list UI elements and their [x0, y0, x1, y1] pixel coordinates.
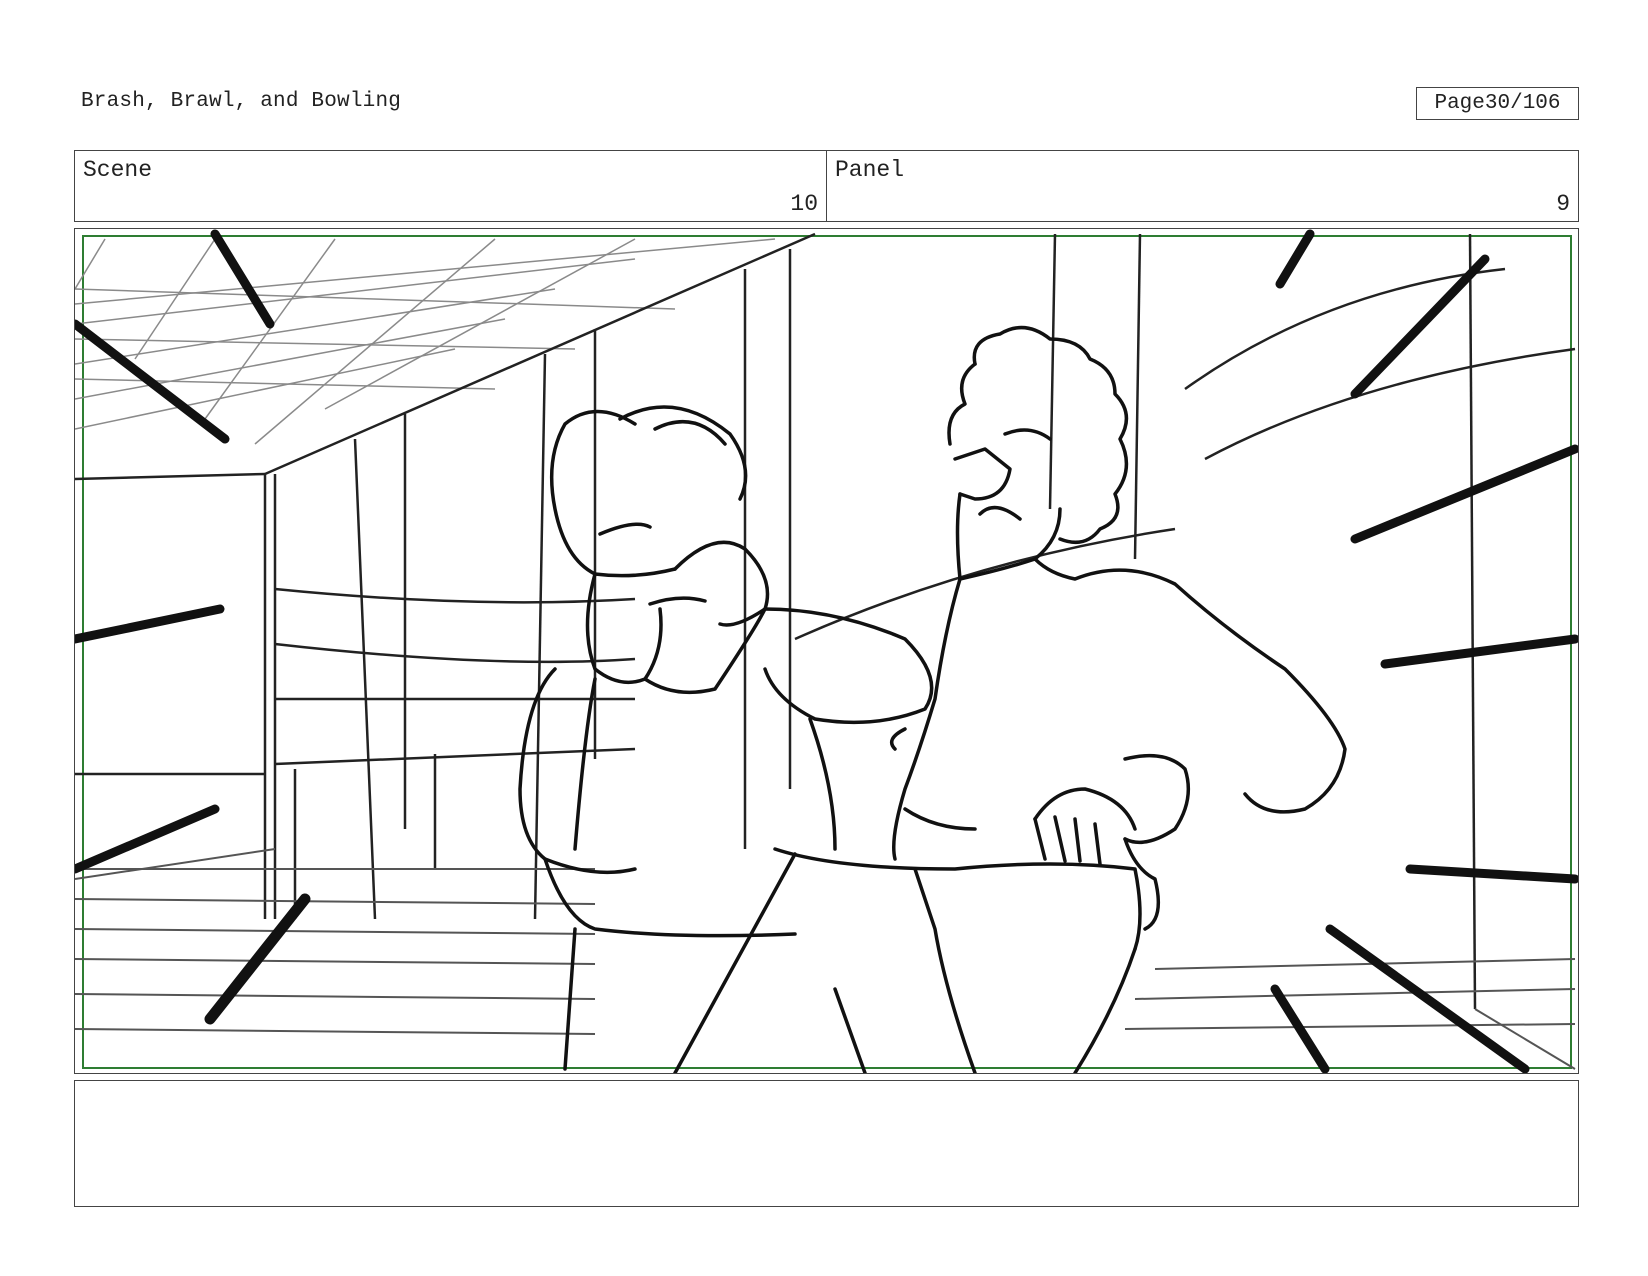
- panel-notes-box: [74, 1080, 1579, 1207]
- character-left: [518, 405, 934, 1071]
- scene-cell: Scene 10: [75, 151, 826, 221]
- wall-structure: [75, 232, 1576, 1010]
- ceiling-grid: [75, 238, 776, 445]
- storyboard-title: Brash, Brawl, and Bowling: [81, 90, 402, 113]
- speed-lines: [75, 229, 1578, 1073]
- scene-panel-info: Scene 10 Panel 9: [74, 150, 1579, 222]
- panel-number: 9: [1556, 191, 1570, 217]
- floor-lines: [75, 848, 1576, 1070]
- panel-sketch: [75, 229, 1578, 1073]
- panel-cell: Panel 9: [826, 151, 1578, 221]
- scene-number: 10: [790, 191, 818, 217]
- page-indicator: Page 30/106: [1416, 87, 1579, 120]
- panel-label: Panel: [835, 157, 905, 183]
- page-number: 30/106: [1484, 92, 1561, 115]
- page-label: Page: [1434, 92, 1485, 115]
- storyboard-panel: [74, 228, 1579, 1074]
- scene-label: Scene: [83, 157, 153, 183]
